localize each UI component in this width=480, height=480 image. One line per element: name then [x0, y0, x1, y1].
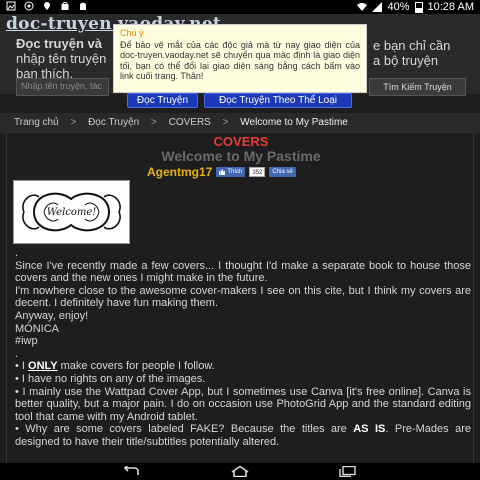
bullet-item: • I mainly use the Wattpad Cover App, bu…	[15, 385, 471, 423]
recent-apps-icon[interactable]	[338, 466, 356, 477]
intro-line1-right: e bạn chỉ cần	[373, 38, 451, 53]
bullet-text: • Why are some covers labeled FAKE? Beca…	[15, 423, 354, 436]
home-icon[interactable]	[230, 466, 250, 477]
notice-body: Để bảo vệ mắt của các độc giả mà từ nay …	[120, 39, 360, 82]
breadcrumb-category[interactable]: COVERS	[169, 117, 211, 128]
bullet-item: • I ONLY make covers for people I follow…	[15, 360, 471, 373]
nav-buttons: Đọc Truyện Đọc Truyện Theo Thể Loại	[0, 93, 480, 115]
chrome-icon	[24, 1, 34, 11]
signal-icon	[372, 2, 383, 12]
thumbs-up-icon	[219, 169, 226, 175]
system-navigation-bar	[0, 463, 480, 480]
bullet-bold: AS IS	[353, 423, 386, 436]
story-category[interactable]: COVERS	[7, 134, 475, 149]
read-stories-button[interactable]: Đọc Truyện	[127, 93, 198, 108]
intro-text-right: e bạn chỉ cần a bộ truyện	[373, 38, 478, 68]
map-icon	[44, 2, 50, 10]
story-author[interactable]: Agentmg17	[147, 165, 212, 179]
clock: 10:28 AM	[427, 1, 474, 13]
body-paragraph: MÓNICA	[15, 322, 59, 335]
ornamental-frame-icon: Welcome!	[22, 192, 121, 232]
breadcrumb-separator: >	[70, 117, 77, 128]
breadcrumb-home[interactable]: Trang chủ	[14, 117, 59, 128]
bullet-text: make covers for people I follow.	[57, 360, 215, 373]
notice-title: Chú ý	[120, 28, 144, 38]
intro-line1-left: Đọc truyện và	[16, 36, 102, 51]
breadcrumb-current: Welcome to My Pastime	[240, 117, 348, 128]
battery-percent: 40%	[387, 1, 410, 13]
bullet-item: • I have no rights on any of the images.	[15, 372, 206, 385]
story-cover-image: Welcome!	[13, 180, 130, 244]
back-icon[interactable]	[122, 466, 140, 477]
gallery-icon	[6, 1, 16, 11]
breadcrumb: Trang chủ > Đọc Truyện > COVERS > Welcom…	[0, 113, 480, 133]
status-bar: 40% 10:28 AM	[0, 0, 480, 14]
breadcrumb-separator: >	[222, 117, 229, 128]
bullet-bold: ONLY	[28, 360, 58, 373]
breadcrumb-separator: >	[150, 117, 157, 128]
facebook-share-button[interactable]: Chia sẻ	[269, 167, 296, 177]
bullet-text: • I	[15, 360, 29, 373]
intro-line2-right: a bộ truyện	[373, 53, 439, 68]
breadcrumb-stories[interactable]: Đọc Truyện	[88, 117, 139, 128]
battery-icon	[414, 1, 423, 13]
body-dot: .	[15, 347, 19, 360]
body-dot: .	[15, 247, 19, 259]
story-content: COVERS Welcome to My Pastime Agentmg17 T…	[6, 133, 474, 463]
android-icon	[80, 2, 86, 10]
body-paragraph: Anyway, enjoy!	[15, 309, 89, 322]
story-body: . Since I've recently made a few covers.…	[15, 247, 471, 449]
like-count: 352	[249, 167, 266, 177]
body-paragraph: #iwp	[15, 335, 38, 348]
bullet-item: • Why are some covers labeled FAKE? Beca…	[15, 423, 471, 448]
body-paragraph: Since I've recently made a few covers...…	[15, 259, 471, 285]
author-row: Agentmg17 Thích 352 Chia sẻ	[147, 165, 296, 179]
notice-popup: Chú ý Để bảo vệ mắt của các độc giả mà t…	[113, 24, 367, 93]
cover-text: Welcome!	[47, 207, 97, 218]
wifi-icon	[357, 3, 368, 11]
body-paragraph: I'm nowhere close to the awesome cover-m…	[15, 284, 471, 310]
read-by-genre-button[interactable]: Đọc Truyện Theo Thể Loại	[204, 93, 352, 108]
story-title: Welcome to My Pastime	[161, 148, 321, 164]
like-label: Thích	[227, 169, 243, 175]
shopping-icon	[61, 2, 69, 10]
facebook-like-button[interactable]: Thích	[216, 167, 246, 177]
